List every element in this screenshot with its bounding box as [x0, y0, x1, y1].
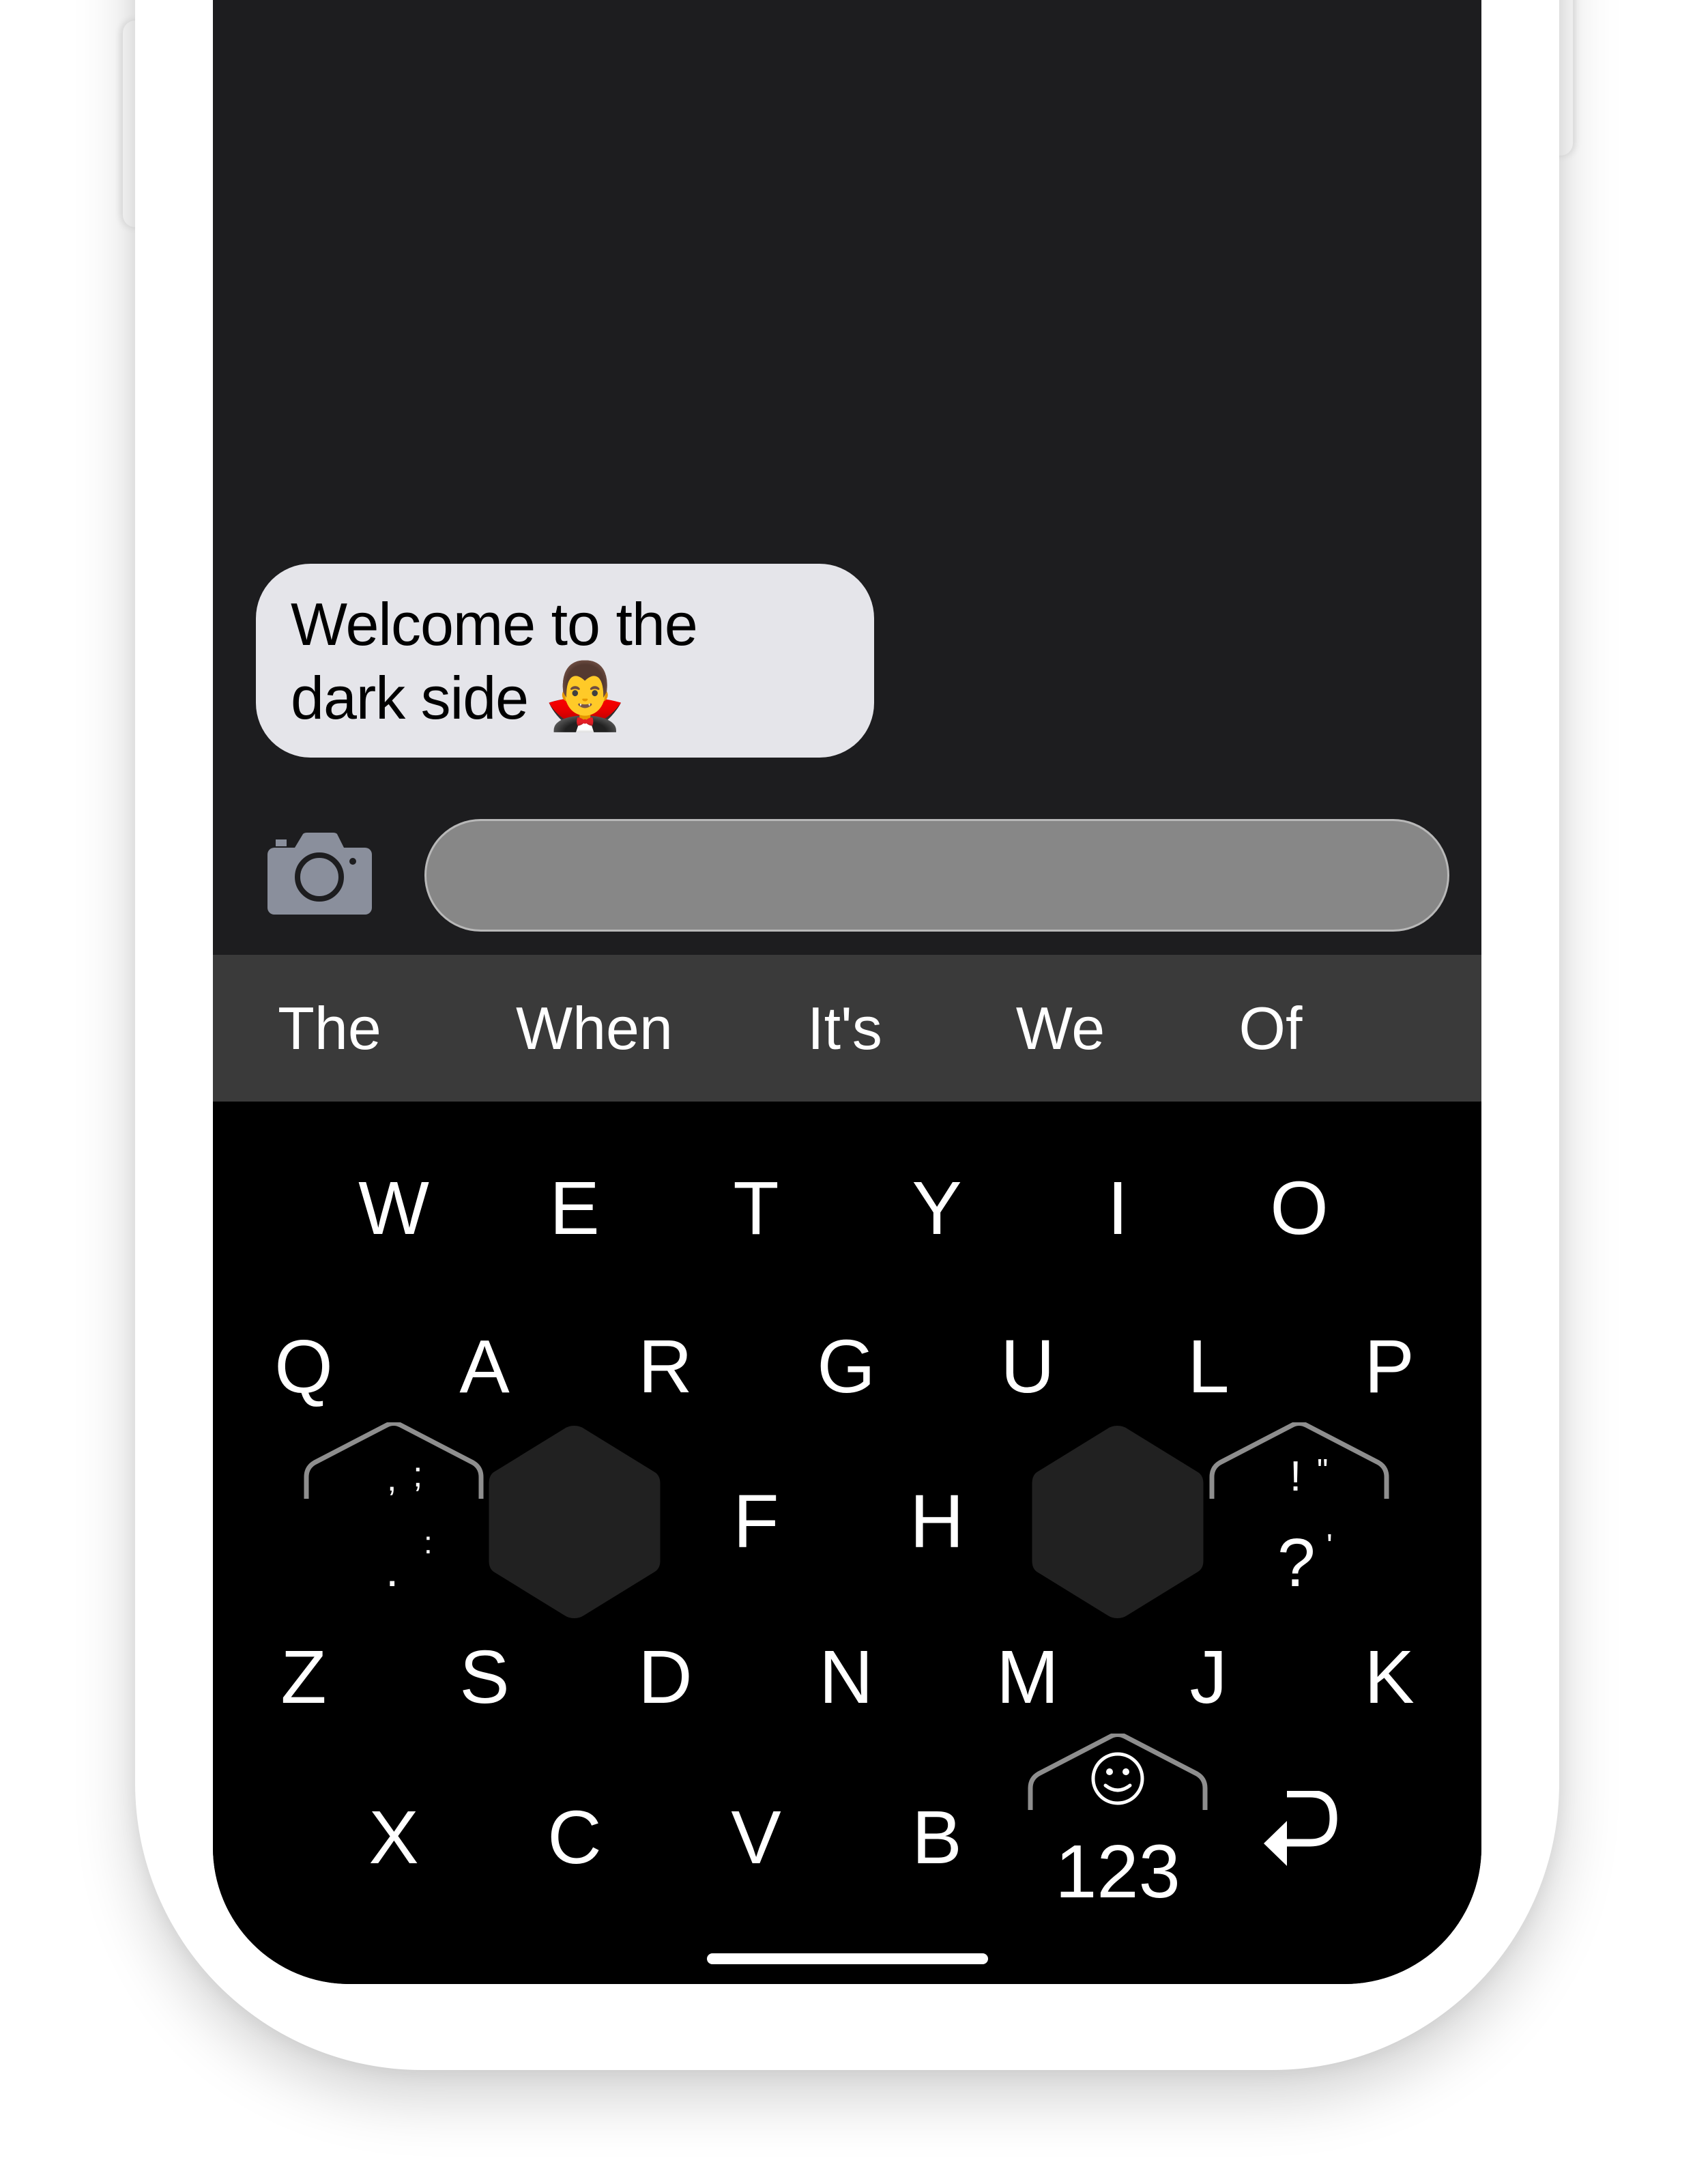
message-line-2: dark side: [291, 664, 529, 732]
suggestion-1[interactable]: The: [278, 955, 381, 1102]
message-input[interactable]: [424, 819, 1449, 932]
double-quote-glyph: ": [1317, 1452, 1328, 1488]
period-glyph: .: [386, 1543, 399, 1596]
colon-glyph: :: [424, 1525, 433, 1560]
suggestion-4[interactable]: We: [1016, 955, 1105, 1102]
key-s[interactable]: S: [459, 1640, 509, 1715]
key-h[interactable]: H: [910, 1484, 964, 1560]
key-c[interactable]: C: [547, 1800, 601, 1876]
keyboard: W E T Y I O Q A R G U L P , ; : . F H ! …: [213, 1102, 1481, 1984]
key-u[interactable]: U: [1000, 1330, 1054, 1405]
key-x[interactable]: X: [368, 1800, 418, 1876]
numbers-emoji-key[interactable]: 123: [1028, 1734, 1208, 1938]
key-j[interactable]: J: [1190, 1640, 1228, 1715]
key-o[interactable]: O: [1270, 1171, 1329, 1246]
punctuation-key-left[interactable]: , ; : .: [304, 1422, 484, 1627]
message-text: Welcome to the dark side 🧛‍♂️: [291, 588, 847, 734]
key-n[interactable]: N: [819, 1640, 873, 1715]
key-y[interactable]: Y: [912, 1171, 961, 1246]
suggestion-3[interactable]: It's: [807, 955, 882, 1102]
key-r[interactable]: R: [638, 1330, 692, 1405]
semicolon-glyph: ;: [413, 1455, 422, 1495]
message-line-1: Welcome to the: [291, 590, 698, 658]
key-d[interactable]: D: [638, 1640, 692, 1715]
key-w[interactable]: W: [358, 1171, 429, 1246]
key-k[interactable]: K: [1364, 1640, 1414, 1715]
vampire-emoji: 🧛‍♂️: [544, 660, 626, 733]
key-g[interactable]: G: [817, 1330, 875, 1405]
key-q[interactable]: Q: [274, 1330, 333, 1405]
question-glyph: ?: [1277, 1525, 1316, 1601]
key-t[interactable]: T: [733, 1171, 779, 1246]
numbers-label: 123: [1055, 1830, 1180, 1914]
key-e[interactable]: E: [549, 1171, 599, 1246]
key-l[interactable]: L: [1187, 1330, 1229, 1405]
key-p[interactable]: P: [1364, 1330, 1414, 1405]
smiley-icon: [1091, 1752, 1144, 1805]
comma-glyph: ,: [387, 1459, 396, 1499]
key-b[interactable]: B: [912, 1800, 961, 1876]
key-v[interactable]: V: [731, 1800, 781, 1876]
home-indicator[interactable]: [707, 1953, 988, 1964]
suggestion-2[interactable]: When: [516, 955, 673, 1102]
key-a[interactable]: A: [459, 1330, 509, 1405]
hex-key-blank-right[interactable]: [1032, 1424, 1204, 1620]
key-m[interactable]: M: [996, 1640, 1059, 1715]
suggestion-bar: The When It's We Of: [213, 955, 1481, 1102]
chat-area: Welcome to the dark side 🧛‍♂️: [213, 0, 1481, 955]
camera-icon[interactable]: [267, 833, 372, 915]
return-icon[interactable]: [1262, 1791, 1344, 1873]
suggestion-5[interactable]: Of: [1239, 955, 1303, 1102]
phone-screen: Welcome to the dark side 🧛‍♂️ The When I…: [213, 0, 1481, 1984]
apostrophe-glyph: ': [1327, 1527, 1333, 1563]
punctuation-key-right[interactable]: ! " ? ': [1209, 1422, 1389, 1627]
exclamation-glyph: !: [1290, 1453, 1301, 1500]
message-bubble: Welcome to the dark side 🧛‍♂️: [256, 564, 874, 758]
key-f[interactable]: F: [733, 1484, 779, 1560]
key-i[interactable]: I: [1107, 1171, 1129, 1246]
hex-key-blank-left[interactable]: [489, 1424, 661, 1620]
key-z[interactable]: Z: [280, 1640, 326, 1715]
